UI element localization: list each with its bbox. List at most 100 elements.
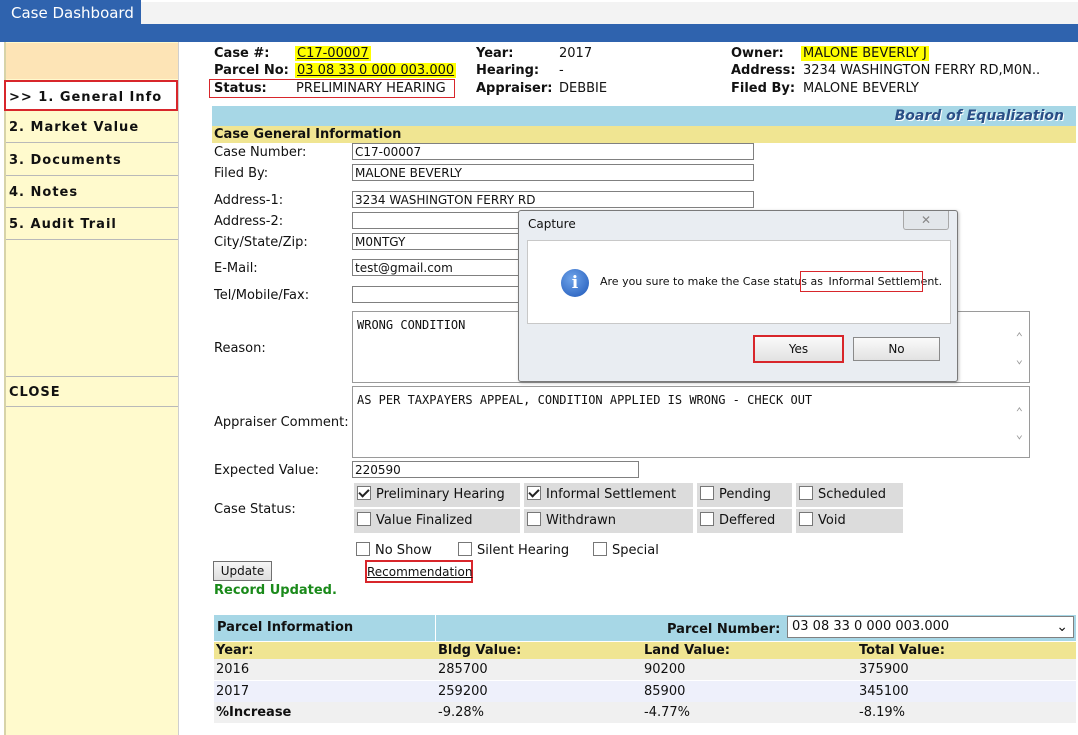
checkbox-icon[interactable] bbox=[527, 512, 541, 526]
reason-text: WRONG CONDITION bbox=[357, 318, 466, 332]
case-status-label: Case Status: bbox=[214, 502, 296, 517]
chevron-down-icon[interactable]: ⌄ bbox=[1056, 617, 1068, 637]
hearing-label: Hearing: bbox=[476, 63, 540, 78]
filed-by-value: MALONE BEVERLY bbox=[803, 81, 919, 96]
dialog-title: Capture bbox=[528, 217, 576, 231]
status-pending[interactable]: Pending bbox=[697, 483, 792, 507]
status-value-finalized[interactable]: Value Finalized bbox=[354, 509, 520, 533]
confirm-dialog: Capture ✕ i Are you sure to make the Cas… bbox=[518, 210, 958, 382]
sidebar-header bbox=[6, 43, 178, 79]
status-option-label: Withdrawn bbox=[546, 513, 616, 528]
filed-by-label: Filed By: bbox=[731, 81, 796, 96]
filed-by-field[interactable]: MALONE BEVERLY bbox=[352, 164, 754, 181]
table-row: 2016 285700 90200 375900 bbox=[214, 659, 1076, 680]
yes-button[interactable]: Yes bbox=[753, 335, 844, 363]
tab-case-dashboard[interactable]: Case Dashboard bbox=[0, 0, 141, 26]
col-year: Year: bbox=[216, 643, 254, 658]
checkbox-icon[interactable] bbox=[593, 542, 607, 556]
sidebar-item-audit-trail[interactable]: 5. Audit Trail bbox=[6, 209, 178, 240]
address2-field[interactable] bbox=[352, 212, 522, 229]
cell-total: -8.19% bbox=[859, 705, 905, 720]
expected-value-field[interactable]: 220590 bbox=[352, 461, 639, 478]
cell-land: 90200 bbox=[644, 662, 686, 677]
address2-label: Address-2: bbox=[214, 214, 284, 229]
info-icon: i bbox=[561, 269, 589, 297]
filed-by-field-label: Filed By: bbox=[214, 166, 269, 181]
appraiser-comment-text: AS PER TAXPAYERS APPEAL, CONDITION APPLI… bbox=[357, 393, 813, 407]
checkbox-icon[interactable] bbox=[458, 542, 472, 556]
owner-name: MALONE BEVERLY J bbox=[801, 46, 929, 61]
email-label: E-Mail: bbox=[214, 261, 258, 276]
tel-label: Tel/Mobile/Fax: bbox=[214, 288, 310, 303]
parcel-number-selected: 03 08 33 0 000 003.000 bbox=[792, 619, 950, 634]
year-value: 2017 bbox=[559, 46, 593, 61]
parcel-number-select[interactable]: 03 08 33 0 000 003.000 ⌄ bbox=[787, 616, 1074, 638]
silent-hearing-option[interactable]: Silent Hearing bbox=[458, 542, 569, 558]
scroll-down-icon[interactable]: ⌄ bbox=[1016, 352, 1023, 366]
col-land-value: Land Value: bbox=[644, 643, 730, 658]
address-value: 3234 WASHINGTON FERRY RD,M0N.. bbox=[803, 63, 1041, 78]
checkbox-icon[interactable] bbox=[799, 512, 813, 526]
checkbox-icon[interactable] bbox=[799, 486, 813, 500]
col-bldg-value: Bldg Value: bbox=[438, 643, 522, 658]
address1-field[interactable]: 3234 WASHINGTON FERRY RD bbox=[352, 191, 754, 208]
parcel-no-label: Parcel No: bbox=[214, 63, 289, 78]
checkbox-icon[interactable] bbox=[356, 542, 370, 556]
dialog-highlight-box bbox=[800, 271, 923, 292]
email-field[interactable]: test@gmail.com bbox=[352, 259, 522, 276]
scroll-up-icon[interactable]: ⌃ bbox=[1016, 405, 1023, 419]
tel-field[interactable] bbox=[352, 286, 522, 303]
sidebar-item-general-info[interactable]: >> 1. General Info bbox=[4, 80, 178, 111]
status-deffered[interactable]: Deffered bbox=[697, 509, 792, 533]
sidebar-item-market-value[interactable]: 2. Market Value bbox=[6, 112, 178, 143]
sidebar-item-documents[interactable]: 3. Documents bbox=[6, 145, 178, 176]
appraiser-comment-label: Appraiser Comment: bbox=[214, 415, 349, 430]
status-option-label: Informal Settlement bbox=[546, 487, 677, 502]
dialog-message-text: Are you sure to make the Case status as bbox=[600, 275, 823, 288]
close-icon[interactable]: ✕ bbox=[903, 211, 949, 230]
status-withdrawn[interactable]: Withdrawn bbox=[524, 509, 693, 533]
special-option[interactable]: Special bbox=[593, 542, 659, 558]
status-preliminary-hearing[interactable]: Preliminary Hearing bbox=[354, 483, 520, 507]
owner-label: Owner: bbox=[731, 46, 784, 61]
sidebar-item-close[interactable]: CLOSE bbox=[6, 376, 178, 407]
col-total-value: Total Value: bbox=[859, 643, 945, 658]
city-state-zip-label: City/State/Zip: bbox=[214, 235, 308, 250]
cell-year: 2016 bbox=[216, 662, 250, 677]
year-label: Year: bbox=[476, 46, 514, 61]
appraiser-value: DEBBIE bbox=[559, 81, 608, 96]
checkbox-icon[interactable] bbox=[357, 512, 371, 526]
case-number-value[interactable]: C17-00007 bbox=[295, 46, 371, 61]
status-label: Status: bbox=[214, 81, 267, 96]
cell-bldg: 285700 bbox=[438, 662, 488, 677]
case-number-link[interactable]: C17-00007 bbox=[295, 46, 371, 61]
sidebar-item-notes[interactable]: 4. Notes bbox=[6, 177, 178, 208]
checkbox-checked-icon[interactable] bbox=[357, 486, 371, 500]
parcel-number-label: Parcel Number: bbox=[667, 622, 781, 637]
checkbox-icon[interactable] bbox=[700, 486, 714, 500]
owner-value: MALONE BEVERLY J bbox=[801, 46, 929, 61]
recommendation-link[interactable]: Recommendation bbox=[365, 560, 473, 583]
checkbox-icon[interactable] bbox=[700, 512, 714, 526]
case-number-field[interactable]: C17-00007 bbox=[352, 143, 754, 160]
expected-value-label: Expected Value: bbox=[214, 463, 319, 478]
update-button[interactable]: Update bbox=[213, 561, 272, 581]
status-void[interactable]: Void bbox=[796, 509, 903, 533]
appraiser-comment-textarea[interactable]: AS PER TAXPAYERS APPEAL, CONDITION APPLI… bbox=[352, 386, 1030, 458]
checkbox-checked-icon[interactable] bbox=[527, 486, 541, 500]
record-updated-message: Record Updated. bbox=[214, 583, 337, 598]
parcel-info-title: Parcel Information bbox=[214, 615, 435, 641]
no-button[interactable]: No bbox=[853, 337, 940, 361]
status-scheduled[interactable]: Scheduled bbox=[796, 483, 903, 507]
status-option-label: Deffered bbox=[719, 513, 776, 528]
parcel-no-link[interactable]: 03 08 33 0 000 003.000 bbox=[295, 63, 457, 78]
no-show-option[interactable]: No Show bbox=[356, 542, 432, 558]
appraiser-label: Appraiser: bbox=[476, 81, 553, 96]
status-informal-settlement[interactable]: Informal Settlement bbox=[524, 483, 693, 507]
parcel-no-value[interactable]: 03 08 33 0 000 003.000 bbox=[295, 63, 457, 78]
scroll-down-icon[interactable]: ⌄ bbox=[1016, 427, 1023, 441]
city-state-zip-field[interactable]: M0NTGY bbox=[352, 233, 522, 250]
tab-strip bbox=[141, 2, 1078, 25]
scroll-up-icon[interactable]: ⌃ bbox=[1016, 330, 1023, 344]
address1-label: Address-1: bbox=[214, 193, 284, 208]
